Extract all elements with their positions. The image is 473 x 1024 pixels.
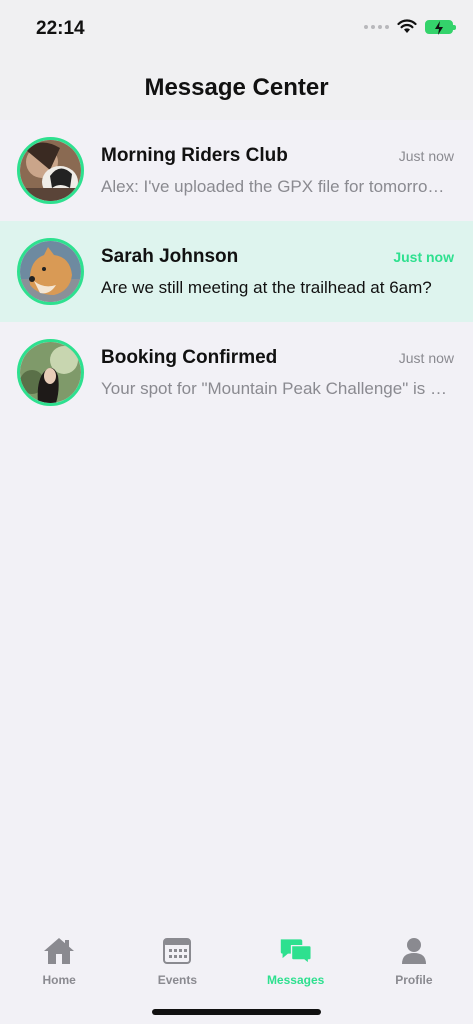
conversation-title: Morning Riders Club xyxy=(101,144,288,166)
house-icon xyxy=(42,935,76,967)
conversation-preview: Your spot for "Mountain Peak Challenge" … xyxy=(101,378,454,398)
tab-label: Events xyxy=(157,973,198,987)
conversation-preview: Are we still meeting at the trailhead at… xyxy=(101,277,432,297)
avatar xyxy=(17,137,84,204)
conversation-list: Morning Riders Club Just now Alex: I've … xyxy=(0,120,473,423)
tab-home[interactable]: Home xyxy=(0,924,118,1024)
conversation-row-sarah-johnson[interactable]: Sarah Johnson Just now Are we still meet… xyxy=(0,221,473,322)
calendar-icon xyxy=(160,935,194,967)
conversation-time: Just now xyxy=(393,248,454,265)
status-icons xyxy=(364,19,456,35)
cellular-signal-icon xyxy=(364,24,389,29)
conversation-row-booking-confirmed[interactable]: Booking Confirmed Just now Your spot for… xyxy=(0,322,473,423)
avatar xyxy=(17,238,84,305)
person-icon xyxy=(397,935,431,967)
tab-label: Profile xyxy=(395,973,433,987)
tab-profile[interactable]: Profile xyxy=(355,924,473,1024)
conversation-content: Sarah Johnson Just now Are we still meet… xyxy=(101,246,454,298)
wifi-icon xyxy=(397,19,417,33)
status-time: 22:14 xyxy=(36,18,85,39)
conversation-time: Just now xyxy=(398,147,454,164)
avatar xyxy=(17,339,84,406)
conversation-title: Booking Confirmed xyxy=(101,346,278,368)
page-title: Message Center xyxy=(144,74,329,101)
conversation-time: Just now xyxy=(398,349,454,366)
status-bar: 22:14 xyxy=(0,0,473,56)
conversation-content: Booking Confirmed Just now Your spot for… xyxy=(101,347,454,399)
conversation-title: Sarah Johnson xyxy=(101,245,239,267)
battery-icon xyxy=(425,19,456,35)
conversation-preview: Alex: I've uploaded the GPX file for tom… xyxy=(101,176,454,196)
chat-bubbles-icon xyxy=(279,935,313,967)
tab-label: Messages xyxy=(266,973,325,987)
home-indicator[interactable] xyxy=(152,1009,321,1015)
conversation-content: Morning Riders Club Just now Alex: I've … xyxy=(101,145,454,197)
tab-label: Home xyxy=(42,973,76,987)
navigation-header: Message Center xyxy=(0,56,473,120)
conversation-row-morning-riders-club[interactable]: Morning Riders Club Just now Alex: I've … xyxy=(0,120,473,221)
